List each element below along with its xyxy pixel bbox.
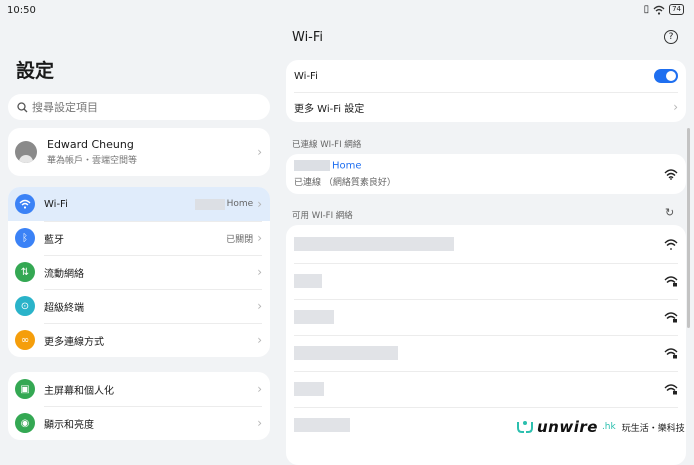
- redacted-network-name: [294, 382, 324, 396]
- available-section-header: 可用 WI-FI 網絡: [292, 211, 353, 221]
- sidebar-item-mobile-network[interactable]: ⇅ 流動網絡 ›: [8, 255, 270, 289]
- sidebar-item-label: 更多連線方式: [44, 336, 104, 348]
- redacted-network-name: [294, 310, 334, 324]
- redacted-ssid-prefix: [194, 198, 225, 210]
- wifi-signal-icon: [664, 169, 678, 180]
- network-list-item[interactable]: [286, 299, 686, 335]
- sidebar-item-more-connections[interactable]: ∞ 更多連線方式 ›: [8, 323, 270, 357]
- sidebar-item-home-screen[interactable]: ▣ 主屏幕和個人化 ›: [8, 372, 270, 406]
- more-wifi-settings-row[interactable]: 更多 Wi-Fi 設定 ›: [286, 92, 686, 122]
- wifi-locked-icon: [664, 312, 678, 323]
- wifi-locked-icon: [664, 348, 678, 359]
- more-wifi-settings-label: 更多 Wi-Fi 設定: [294, 103, 365, 115]
- watermark: unwire .hk 玩生活・樂科技: [516, 418, 685, 436]
- status-time: 10:50: [7, 5, 36, 16]
- wifi-switch-row[interactable]: Wi-Fi: [286, 60, 686, 92]
- wifi-toggle[interactable]: [654, 69, 678, 83]
- redacted-network-name: [294, 346, 398, 360]
- redacted-network-name: [294, 237, 454, 251]
- sidebar-item-label: 顯示和亮度: [44, 419, 94, 431]
- super-device-icon: ⊙: [15, 296, 35, 316]
- account-card[interactable]: Edward Cheung 華為帳戶・雲端空間等 ›: [8, 128, 270, 176]
- search-placeholder: 搜尋設定項目: [32, 101, 98, 114]
- sidebar-item-label: 主屏幕和個人化: [44, 385, 114, 397]
- connected-network-row[interactable]: Home 已連線 （網絡質素良好）: [286, 154, 686, 194]
- wifi-locked-icon: [664, 384, 678, 395]
- connected-network-name: Home: [332, 160, 362, 172]
- watermark-tagline: 玩生活・樂科技: [621, 423, 685, 434]
- sidebar-item-label: 超級終端: [44, 302, 84, 314]
- network-list-item[interactable]: [286, 335, 686, 371]
- panel-title: Wi-Fi: [292, 30, 324, 45]
- battery-icon: 74: [669, 4, 684, 15]
- account-row[interactable]: Edward Cheung 華為帳戶・雲端空間等 ›: [8, 128, 270, 176]
- chevron-right-icon: ›: [257, 265, 262, 279]
- chevron-right-icon: ›: [257, 299, 262, 313]
- connection-settings-card: Wi-Fi Home › ᛒ 藍牙 已關閉 › ⇅ 流動網絡 › ⊙ 超級終端 …: [8, 187, 270, 357]
- home-screen-icon: ▣: [15, 379, 35, 399]
- network-list-item[interactable]: [286, 371, 686, 407]
- mobile-network-icon: ⇅: [15, 262, 35, 282]
- wifi-panel: Wi-Fi ? Wi-Fi 更多 Wi-Fi 設定 › 已連線 WI-FI 網絡…: [278, 22, 694, 465]
- avatar: [15, 141, 37, 163]
- scrollbar[interactable]: [687, 128, 690, 328]
- status-bar: 10:50 ▯ 74: [0, 0, 694, 22]
- link-icon: ∞: [15, 330, 35, 350]
- settings-sidebar: 設定 搜尋設定項目 Edward Cheung 華為帳戶・雲端空間等 › Wi-…: [0, 22, 278, 456]
- unwire-logo-icon: [517, 421, 533, 433]
- sidebar-item-label: 藍牙: [44, 234, 64, 246]
- connected-network-card: Home 已連線 （網絡質素良好）: [286, 154, 686, 194]
- wifi-switch-label: Wi-Fi: [294, 70, 318, 82]
- account-name: Edward Cheung: [47, 138, 134, 151]
- display-settings-card: ▣ 主屏幕和個人化 › ◉ 顯示和亮度 ›: [8, 372, 270, 440]
- sidebar-item-wifi[interactable]: Wi-Fi Home ›: [8, 187, 270, 221]
- wifi-locked-icon: [664, 276, 678, 287]
- wifi-signal-icon: [664, 239, 678, 250]
- sidebar-item-bluetooth[interactable]: ᛒ 藍牙 已關閉 ›: [8, 221, 270, 255]
- wifi-icon: [15, 194, 35, 214]
- redacted-network-name: [294, 418, 350, 432]
- connected-section-header: 已連線 WI-FI 網絡: [292, 140, 362, 150]
- page-title: 設定: [16, 60, 55, 82]
- watermark-domain: .hk: [601, 422, 616, 432]
- sidebar-item-display[interactable]: ◉ 顯示和亮度 ›: [8, 406, 270, 440]
- sidebar-item-super-device[interactable]: ⊙ 超級終端 ›: [8, 289, 270, 323]
- wifi-status-icon: [653, 5, 665, 15]
- chevron-right-icon: ›: [257, 416, 262, 430]
- search-icon: [17, 101, 28, 112]
- sidebar-item-label: 流動網絡: [44, 268, 84, 280]
- redacted-ssid-prefix: [294, 160, 330, 172]
- help-icon[interactable]: ?: [664, 30, 678, 44]
- network-list-item[interactable]: [286, 263, 686, 299]
- status-icons: ▯ 74: [644, 4, 684, 15]
- sidebar-item-value: 已關閉: [226, 234, 254, 245]
- network-list-item[interactable]: [286, 225, 686, 263]
- chevron-right-icon: ›: [257, 145, 262, 159]
- display-icon: ◉: [15, 413, 35, 433]
- sidebar-item-label: Wi-Fi: [44, 198, 68, 210]
- account-subtitle: 華為帳戶・雲端空間等: [47, 156, 138, 166]
- sidebar-item-value: Home: [226, 199, 254, 209]
- search-input[interactable]: 搜尋設定項目: [8, 94, 270, 120]
- bluetooth-icon: ᛒ: [15, 228, 35, 248]
- wifi-toggle-card: Wi-Fi 更多 Wi-Fi 設定 ›: [286, 60, 686, 122]
- chevron-right-icon: ›: [257, 382, 262, 396]
- refresh-icon[interactable]: ↻: [665, 206, 674, 219]
- chevron-right-icon: ›: [673, 100, 678, 114]
- vibrate-icon: ▯: [643, 4, 650, 15]
- chevron-right-icon: ›: [257, 197, 262, 211]
- watermark-brand: unwire: [537, 418, 598, 436]
- chevron-right-icon: ›: [257, 231, 262, 245]
- connected-network-status: 已連線 （網絡質素良好）: [294, 177, 396, 188]
- redacted-network-name: [294, 274, 322, 288]
- chevron-right-icon: ›: [257, 333, 262, 347]
